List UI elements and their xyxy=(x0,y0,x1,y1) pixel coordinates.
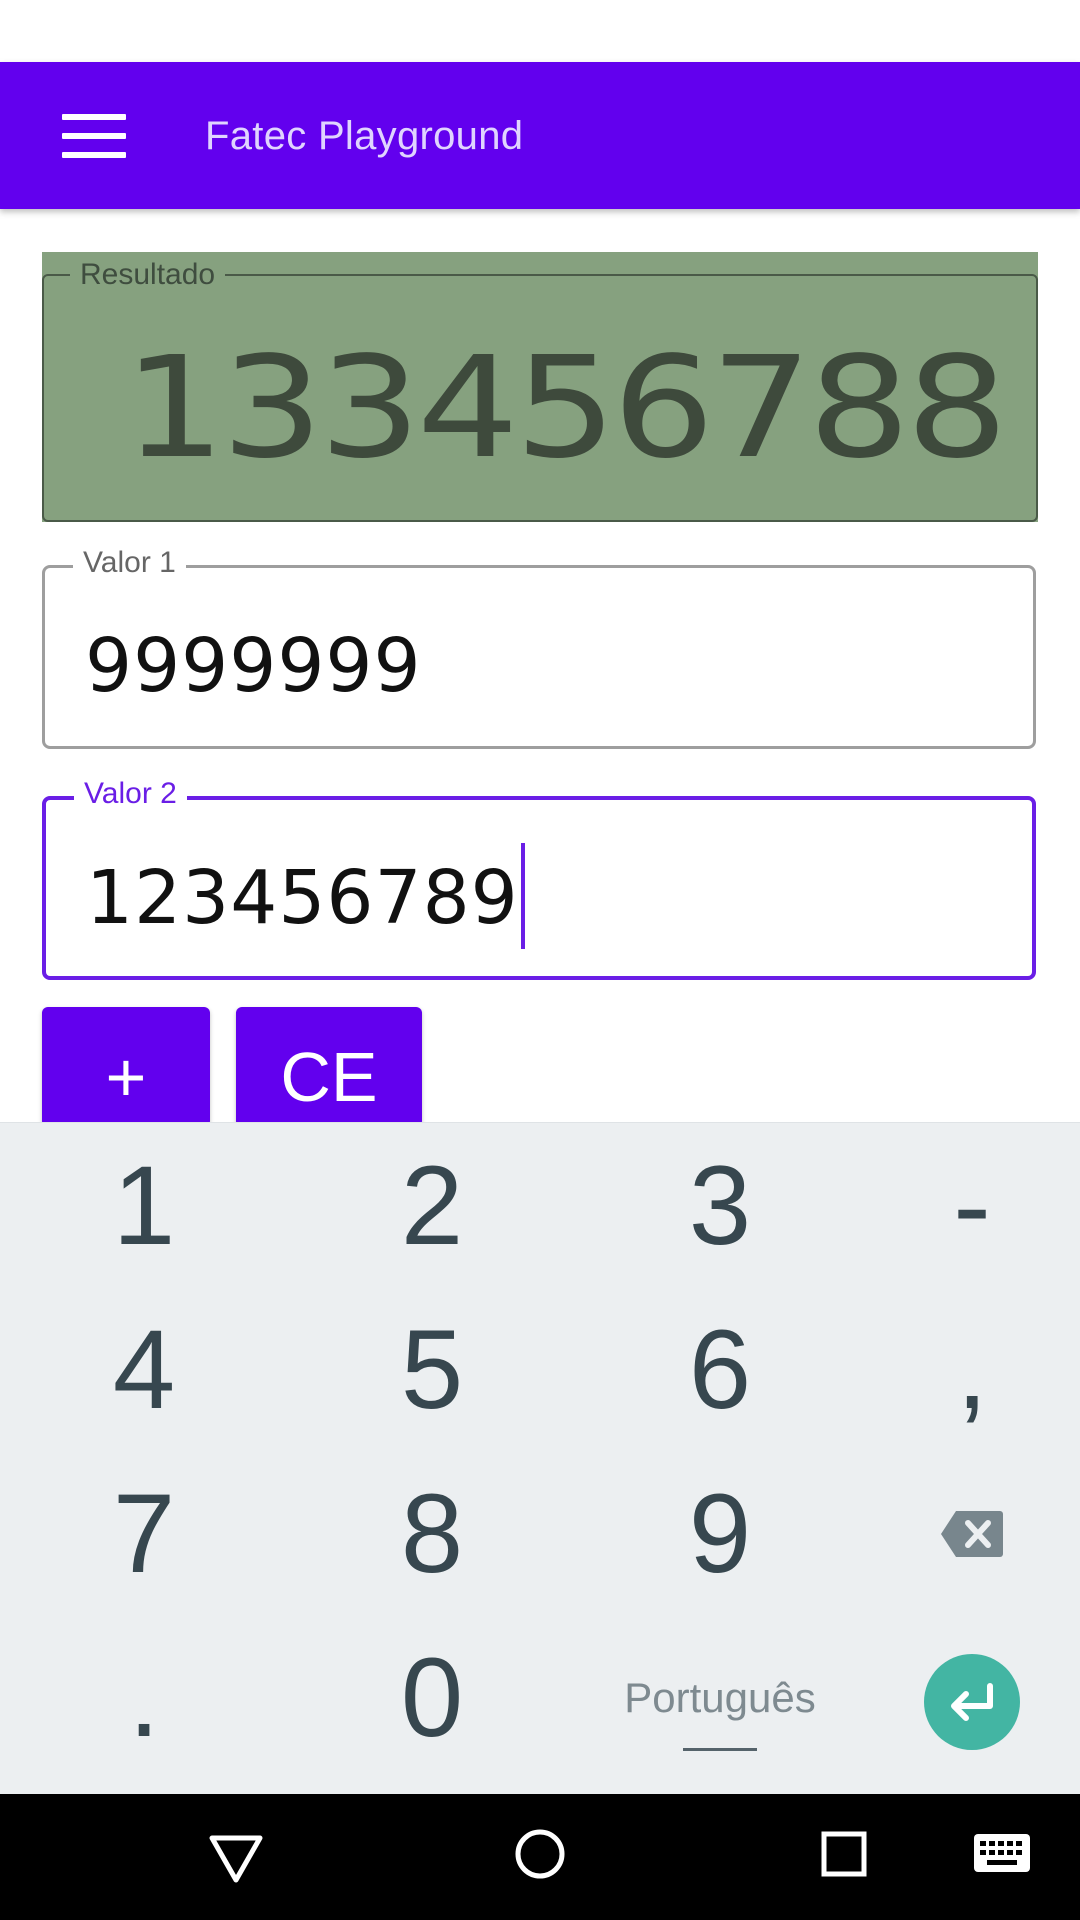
key-minus[interactable]: - xyxy=(837,1124,1080,1288)
key-2[interactable]: 2 xyxy=(297,1124,567,1288)
key-5[interactable]: 5 xyxy=(297,1288,567,1452)
backspace-icon[interactable] xyxy=(940,1509,1004,1559)
key-4[interactable]: 4 xyxy=(9,1288,279,1452)
home-circle-icon[interactable] xyxy=(514,1828,566,1885)
clear-entry-button[interactable]: CE xyxy=(236,1007,422,1127)
value1-label: Valor 1 xyxy=(73,546,186,580)
back-triangle-icon[interactable] xyxy=(208,1834,264,1889)
text-caret xyxy=(520,843,525,950)
hamburger-menu-icon[interactable] xyxy=(62,114,128,158)
recents-square-icon[interactable] xyxy=(820,1830,868,1883)
key-3[interactable]: 3 xyxy=(585,1124,855,1288)
keyboard-icon[interactable] xyxy=(974,1834,1030,1877)
status-bar xyxy=(0,0,1080,62)
key-9[interactable]: 9 xyxy=(585,1452,855,1616)
app-title: Fatec Playground xyxy=(205,114,524,158)
key-0[interactable]: 0 xyxy=(297,1616,567,1780)
result-label: Resultado xyxy=(70,258,226,292)
value1-input[interactable]: 9999999 xyxy=(85,623,422,709)
result-display: Resultado 133456788 xyxy=(42,252,1038,522)
key-comma[interactable]: , xyxy=(837,1288,1080,1452)
app-bar: Fatec Playground xyxy=(0,62,1080,209)
language-key[interactable]: Português xyxy=(585,1616,855,1780)
value2-field[interactable]: Valor 2 123456789 xyxy=(42,777,1036,980)
key-period[interactable]: . xyxy=(9,1616,279,1780)
key-6[interactable]: 6 xyxy=(585,1288,855,1452)
add-button[interactable]: + xyxy=(42,1007,210,1127)
value1-field[interactable]: Valor 1 9999999 xyxy=(42,546,1036,749)
key-7[interactable]: 7 xyxy=(9,1452,279,1616)
result-value: 133456788 xyxy=(123,327,1008,490)
key-8[interactable]: 8 xyxy=(297,1452,567,1616)
language-underline xyxy=(683,1748,757,1751)
navigation-bar xyxy=(0,1794,1080,1920)
enter-icon[interactable] xyxy=(924,1654,1020,1750)
value2-label: Valor 2 xyxy=(74,777,187,811)
value2-input[interactable]: 123456789 xyxy=(86,843,525,950)
key-1[interactable]: 1 xyxy=(9,1124,279,1288)
